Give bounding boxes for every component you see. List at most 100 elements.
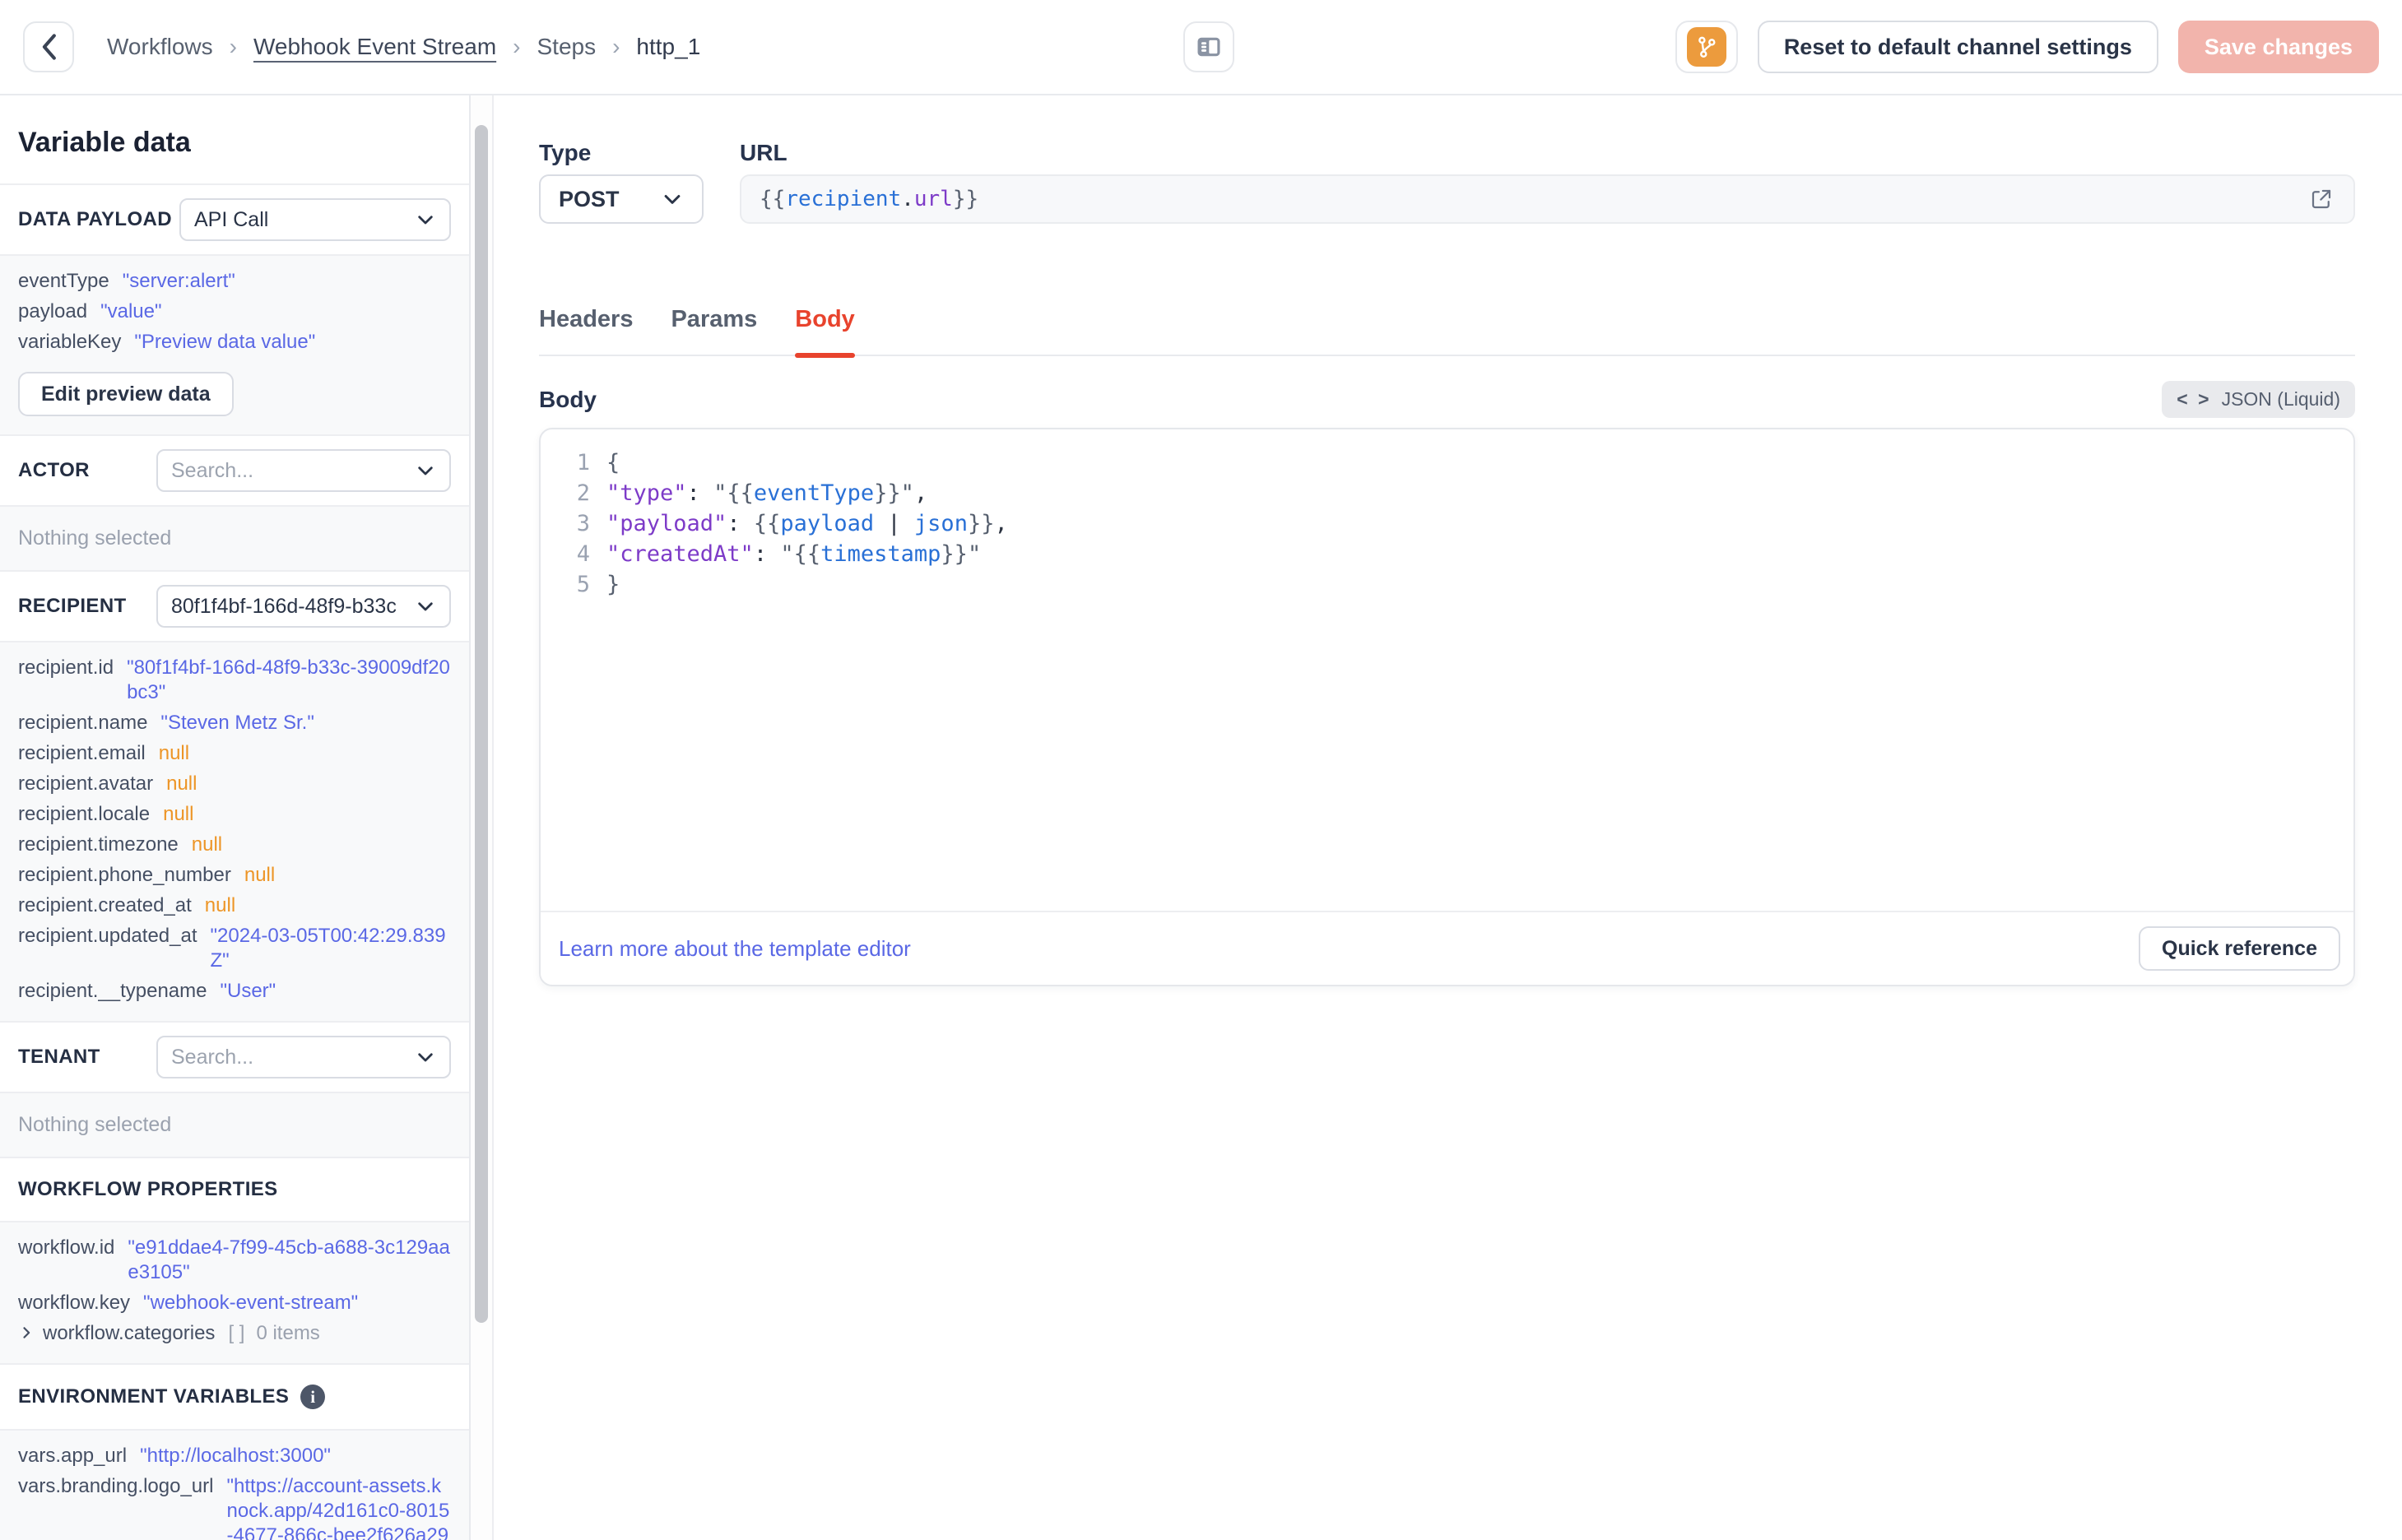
code-line: 2 "type": "{{eventType}}",	[541, 478, 2353, 508]
kv-row: workflow.key "webhook-event-stream"	[18, 1291, 451, 1315]
save-changes-button[interactable]: Save changes	[2177, 21, 2379, 73]
topbar-actions: Reset to default channel settings Save c…	[1675, 21, 2379, 73]
quick-reference-button[interactable]: Quick reference	[2139, 926, 2340, 971]
kv-value: "80f1f4bf-166d-48f9-b33c-39009df20bc3"	[127, 656, 450, 703]
recipient-select[interactable]: 80f1f4bf-166d-48f9-b33c	[156, 585, 451, 628]
code-line-content: {	[606, 450, 620, 475]
kv-value: "value"	[100, 300, 162, 322]
request-config-row: Type POST URL {{recipient.url}}	[539, 140, 2355, 224]
edit-preview-data-button[interactable]: Edit preview data	[18, 372, 234, 416]
kv-key: vars.branding.logo_url	[18, 1475, 214, 1497]
url-input[interactable]: {{recipient.url}}	[740, 174, 2355, 224]
environment-variables-block: vars.app_url "http://localhost:3000" vars.…	[0, 1431, 469, 1540]
breadcrumb-separator: ›	[612, 34, 620, 59]
code-line-content: }	[606, 572, 620, 597]
actor-label: ACTOR	[18, 459, 90, 481]
kv-value: "server:alert"	[122, 270, 235, 292]
reset-channel-settings-button[interactable]: Reset to default channel settings	[1757, 21, 2158, 73]
http-method-select[interactable]: POST	[539, 174, 704, 224]
code-line: 3 "payload": {{payload | json}},	[541, 508, 2353, 539]
tenant-search-select[interactable]: Search...	[156, 1036, 451, 1078]
tab-headers[interactable]: Headers	[539, 306, 633, 355]
body-label: Body	[539, 386, 597, 412]
tab-body[interactable]: Body	[795, 306, 855, 358]
kv-value: null	[163, 803, 194, 825]
breadcrumb-workflow-name[interactable]: Webhook Event Stream	[253, 34, 496, 60]
kv-value: "http://localhost:3000"	[140, 1445, 331, 1467]
kv-row: variableKey "Preview data value"	[18, 330, 451, 355]
kv-key: workflow.key	[18, 1292, 131, 1314]
data-payload-select[interactable]: API Call	[179, 198, 451, 241]
kv-key: payload	[18, 300, 88, 322]
line-number: 2	[576, 480, 590, 506]
kv-row: recipient.id "80f1f4bf-166d-48f9-b33c-390…	[18, 656, 451, 705]
payload-values-block: eventType "server:alert" payload "value" var…	[0, 256, 469, 436]
code-line-content: "type": "{{eventType}}",	[606, 480, 928, 506]
code-line-content: "createdAt": "{{timestamp}}"	[606, 541, 982, 567]
info-icon: i	[300, 1385, 326, 1409]
environment-variables-header: ENVIRONMENT VARIABLES i	[0, 1365, 469, 1431]
url-label: URL	[740, 140, 788, 165]
kv-value: null	[244, 864, 276, 886]
panel-layout-icon	[1194, 32, 1224, 62]
editor-footer: Learn more about the template editor Qui…	[541, 911, 2353, 985]
git-branch-icon	[1686, 27, 1726, 67]
kv-key: recipient.timezone	[18, 833, 179, 856]
toggle-side-panel-button[interactable]	[1183, 21, 1234, 72]
line-number: 3	[576, 511, 590, 536]
kv-key: recipient.phone_number	[18, 864, 231, 886]
tab-params[interactable]: Params	[671, 306, 757, 355]
kv-key: recipient.__typename	[18, 980, 207, 1002]
actor-row: ACTOR Search...	[0, 436, 469, 507]
data-payload-label: DATA PAYLOAD	[18, 208, 173, 230]
commit-changes-button[interactable]	[1675, 21, 1738, 73]
topbar: Workflows › Webhook Event Stream › Steps…	[0, 0, 2402, 95]
body-section-header: Body < > JSON (Liquid)	[539, 381, 2355, 418]
code-line: 4 "createdAt": "{{timestamp}}"	[541, 539, 2353, 569]
data-payload-row: DATA PAYLOAD API Call	[0, 185, 469, 256]
expand-chevron-icon[interactable]	[18, 1324, 35, 1341]
kv-value: "webhook-event-stream"	[143, 1292, 359, 1314]
kv-value: "2024-03-05T00:42:29.839Z"	[210, 925, 446, 972]
kv-value: "https://account-assets.knock.app/42d161…	[226, 1475, 450, 1540]
kv-key: workflow.id	[18, 1236, 115, 1259]
external-link-icon[interactable]	[2309, 187, 2334, 211]
kv-value: null	[191, 833, 223, 856]
line-number: 4	[576, 541, 590, 567]
workflow-properties-header: WORKFLOW PROPERTIES	[0, 1158, 469, 1222]
step-editor-main: Type POST URL {{recipient.url}} Headers …	[494, 95, 2402, 1540]
chevron-down-icon	[415, 1046, 436, 1068]
tenant-empty-state: Nothing selected	[0, 1093, 469, 1158]
code-editor-area[interactable]: 1 {2 "type": "{{eventType}}", 3 "payload": {…	[541, 429, 2353, 911]
kv-row: recipient.name "Steven Metz Sr."	[18, 711, 451, 735]
template-editor-docs-link[interactable]: Learn more about the template editor	[559, 936, 911, 962]
breadcrumb-step-key: http_1	[636, 34, 701, 59]
kv-key: recipient.created_at	[18, 894, 192, 916]
breadcrumb-steps[interactable]: Steps	[537, 34, 596, 60]
kv-key: eventType	[18, 270, 109, 292]
code-icon: < >	[2177, 388, 2212, 410]
back-button[interactable]	[23, 21, 74, 72]
tenant-row: TENANT Search...	[0, 1023, 469, 1093]
kv-row: workflow.id "e91ddae4-7f99-45cb-a688-3c12…	[18, 1236, 451, 1285]
line-number: 1	[576, 450, 590, 475]
kv-row: recipient.created_at null	[18, 893, 451, 918]
actor-empty-state: Nothing selected	[0, 507, 469, 572]
workflow-categories-row: workflow.categories [ ] 0 items	[18, 1321, 451, 1346]
chevron-down-icon	[415, 209, 436, 230]
breadcrumb-workflows[interactable]: Workflows	[107, 34, 213, 60]
kv-row: eventType "server:alert"	[18, 269, 451, 294]
kv-row: recipient.avatar null	[18, 772, 451, 796]
kv-row: recipient.email null	[18, 741, 451, 766]
actor-search-select[interactable]: Search...	[156, 449, 451, 492]
kv-key: recipient.updated_at	[18, 925, 197, 947]
kv-row: payload "value"	[18, 299, 451, 324]
kv-key: vars.app_url	[18, 1445, 128, 1467]
kv-value: null	[166, 772, 197, 795]
kv-key: recipient.email	[18, 742, 146, 764]
kv-row: recipient.timezone null	[18, 833, 451, 857]
kv-value: null	[158, 742, 190, 764]
kv-value: "User"	[220, 980, 276, 1002]
scrollbar-thumb[interactable]	[475, 125, 488, 1323]
kv-key: recipient.avatar	[18, 772, 154, 795]
